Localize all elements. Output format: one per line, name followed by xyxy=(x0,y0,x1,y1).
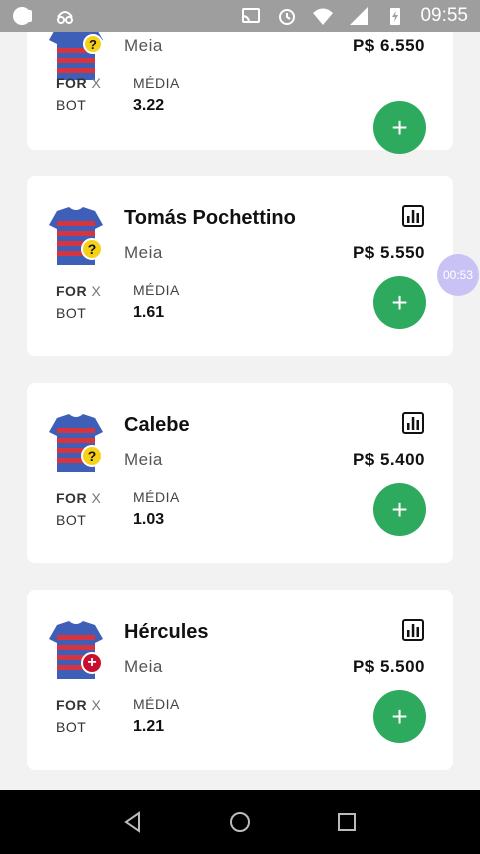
media-label: MÉDIA xyxy=(133,75,180,91)
media-value: 1.61 xyxy=(133,304,165,321)
status-time: 09:55 xyxy=(420,5,468,26)
player-name[interactable]: Hércules xyxy=(124,621,209,644)
battery-charging-icon xyxy=(384,5,406,27)
player-card[interactable]: ? Calebe Meia P$ 5.400 FOR X BOT MÉDIA 1… xyxy=(27,383,453,563)
match-info: FOR X BOT xyxy=(56,280,101,324)
notification-app-icon xyxy=(12,5,34,27)
player-price: P$ 5.550 xyxy=(352,243,425,262)
player-list[interactable]: ? Meia P$ 6.550 FOR X BOT MÉDIA 3.22 + ?… xyxy=(0,32,480,790)
player-position: Meia xyxy=(124,657,163,676)
android-nav-bar xyxy=(0,790,480,854)
media-label: MÉDIA xyxy=(133,696,180,712)
alarm-icon xyxy=(276,5,298,27)
add-player-button[interactable]: + xyxy=(373,690,426,743)
incognito-icon xyxy=(54,5,76,27)
doubt-badge: ? xyxy=(81,238,103,260)
home-circle-icon[interactable] xyxy=(228,810,252,834)
injured-badge: + xyxy=(81,652,103,674)
back-triangle-icon[interactable] xyxy=(121,810,145,834)
signal-icon xyxy=(348,5,370,27)
player-card[interactable]: + Hércules Meia P$ 5.500 FOR X BOT MÉDIA… xyxy=(27,590,453,770)
doubt-badge: ? xyxy=(83,34,103,54)
recents-square-icon[interactable] xyxy=(335,810,359,834)
away-team: BOT xyxy=(56,719,87,735)
player-name[interactable]: Tomás Pochettino xyxy=(124,207,296,230)
status-bar: 09:55 xyxy=(0,0,480,32)
player-card[interactable]: ? Tomás Pochettino Meia P$ 5.550 FOR X B… xyxy=(27,176,453,356)
match-info: FOR X BOT xyxy=(56,72,101,116)
cast-icon xyxy=(240,5,262,27)
vs-separator: X xyxy=(91,75,102,91)
media-label: MÉDIA xyxy=(133,489,180,505)
floating-timer-bubble[interactable]: 00:53 xyxy=(437,254,479,296)
add-player-button[interactable]: + xyxy=(373,483,426,536)
home-team: FOR xyxy=(56,490,88,506)
add-player-button[interactable]: + xyxy=(373,276,426,329)
vs-separator: X xyxy=(91,283,102,299)
player-card[interactable]: ? Meia P$ 6.550 FOR X BOT MÉDIA 3.22 + xyxy=(27,32,453,154)
stats-bar-chart-icon[interactable] xyxy=(401,411,425,435)
stats-bar-chart-icon[interactable] xyxy=(401,618,425,642)
player-name[interactable]: Calebe xyxy=(124,414,190,437)
away-team: BOT xyxy=(56,305,87,321)
player-position: Meia xyxy=(124,243,163,262)
match-info: FOR X BOT xyxy=(56,487,101,531)
home-team: FOR xyxy=(56,283,88,299)
media-value: 1.21 xyxy=(133,718,165,735)
player-position: Meia xyxy=(124,450,163,469)
match-info: FOR X BOT xyxy=(56,694,101,738)
away-team: BOT xyxy=(56,97,87,113)
away-team: BOT xyxy=(56,512,87,528)
media-label: MÉDIA xyxy=(133,282,180,298)
stats-bar-chart-icon[interactable] xyxy=(401,204,425,228)
vs-separator: X xyxy=(91,490,102,506)
media-value: 3.22 xyxy=(133,97,165,114)
doubt-badge: ? xyxy=(81,445,103,467)
home-team: FOR xyxy=(56,697,88,713)
home-team: FOR xyxy=(56,75,88,91)
media-value: 1.03 xyxy=(133,511,165,528)
add-player-button[interactable]: + xyxy=(373,101,426,154)
player-price: P$ 6.550 xyxy=(352,36,425,55)
player-price: P$ 5.400 xyxy=(352,450,425,469)
wifi-icon xyxy=(312,5,334,27)
vs-separator: X xyxy=(91,697,102,713)
player-position: Meia xyxy=(124,36,163,55)
player-price: P$ 5.500 xyxy=(352,657,425,676)
